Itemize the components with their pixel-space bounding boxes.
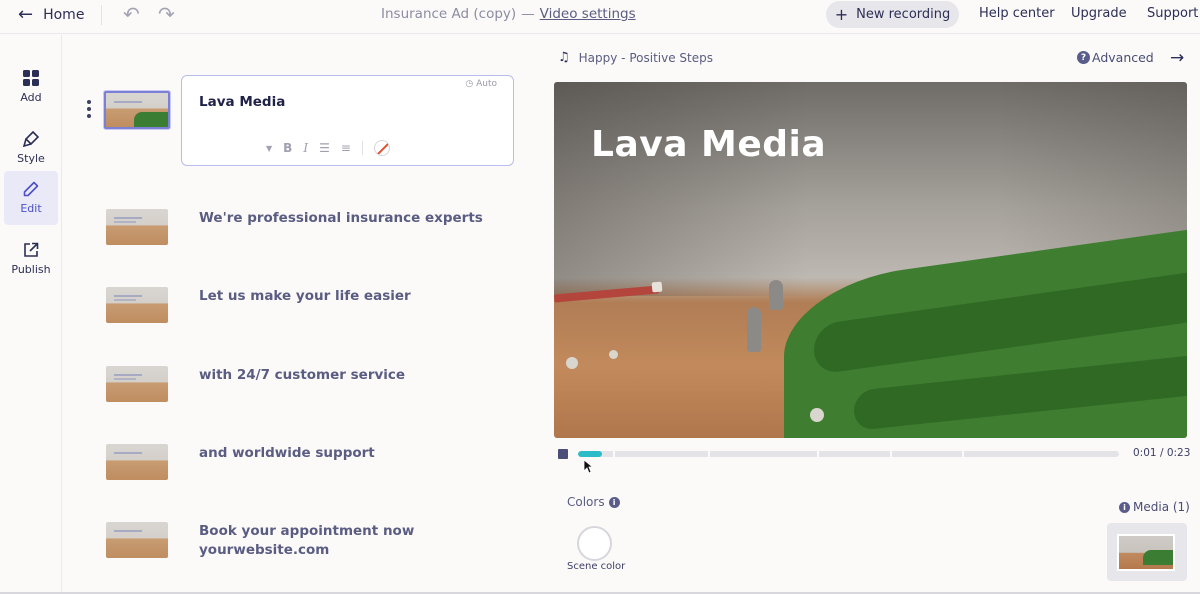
scene-text-5[interactable]: and worldwide support xyxy=(199,444,375,463)
scene-text-line: Book your appointment now xyxy=(199,523,415,539)
home-link[interactable]: ← Home xyxy=(18,5,84,25)
document-name[interactable]: Insurance Ad (copy) xyxy=(381,6,516,22)
sidebar-item-label: Edit xyxy=(20,202,42,215)
scene-text-3[interactable]: Let us make your life easier xyxy=(199,287,411,306)
scene-thumbnail-3[interactable] xyxy=(106,287,168,323)
new-recording-button[interactable]: + New recording xyxy=(826,1,959,28)
scene-text-2[interactable]: We're professional insurance experts xyxy=(199,209,483,228)
italic-icon[interactable]: I xyxy=(303,141,308,155)
plus-icon: + xyxy=(834,5,849,24)
music-note-icon: ♫ xyxy=(558,50,570,65)
scene-text-4[interactable]: with 24/7 customer service xyxy=(199,366,405,385)
media-thumbnail xyxy=(1117,534,1175,571)
sidebar-item-style[interactable]: Style xyxy=(4,121,58,175)
scene-text-6[interactable]: Book your appointment now yourwebsite.co… xyxy=(199,522,414,560)
arrow-right-icon[interactable]: → xyxy=(1170,48,1184,68)
bold-icon[interactable]: B xyxy=(283,141,292,155)
timeline-progress xyxy=(578,451,603,457)
colors-section-label: Colors i xyxy=(567,495,620,509)
scene-thumbnail-5[interactable] xyxy=(106,444,168,480)
scene-color-label: Scene color xyxy=(567,561,626,572)
divider xyxy=(101,5,102,25)
music-track[interactable]: ♫ Happy - Positive Steps xyxy=(558,50,713,65)
music-track-name: Happy - Positive Steps xyxy=(578,50,713,65)
sidebar-item-label: Publish xyxy=(11,263,51,276)
top-bar: ← Home ↶ ↷ Insurance Ad (copy) — Video set… xyxy=(0,0,1200,34)
scene-text-editor[interactable]: ◷ Auto Lava Media ▼ B I ☰ ≡ xyxy=(181,75,514,166)
pencil-icon xyxy=(23,181,39,197)
scene-thumbnail-1[interactable] xyxy=(104,91,170,129)
brush-icon xyxy=(23,131,39,147)
text-color-icon[interactable] xyxy=(373,140,390,156)
text-format-toolbar: ▼ B I ☰ ≡ xyxy=(266,140,390,156)
divider xyxy=(361,141,363,155)
media-section-label: i Media (1) xyxy=(1119,500,1190,514)
video-title-overlay: Lava Media xyxy=(591,124,827,165)
auto-timing-label[interactable]: ◷ Auto xyxy=(465,79,497,89)
timeline-scrubber[interactable] xyxy=(578,451,1119,457)
advanced-label: Advanced xyxy=(1092,50,1154,65)
left-sidebar: Add Style Edit Publish xyxy=(0,35,62,594)
sidebar-item-label: Style xyxy=(17,152,45,165)
scene-thumbnail-6[interactable] xyxy=(106,522,168,558)
scene-title-text[interactable]: Lava Media xyxy=(199,94,285,110)
total-time: 0:23 xyxy=(1166,447,1191,459)
chevron-down-icon[interactable]: ▼ xyxy=(266,144,272,153)
document-title: Insurance Ad (copy) — Video settings xyxy=(381,6,636,22)
mouse-cursor-icon xyxy=(583,459,593,474)
help-center-link[interactable]: Help center xyxy=(979,6,1055,21)
sidebar-item-edit[interactable]: Edit xyxy=(4,171,58,225)
info-icon[interactable]: i xyxy=(608,496,620,508)
scene-color-swatch[interactable] xyxy=(577,526,612,561)
scene-thumbnail-2[interactable] xyxy=(106,209,168,245)
game-piece xyxy=(747,307,761,352)
undo-icon[interactable]: ↶ xyxy=(123,4,140,24)
stop-icon[interactable] xyxy=(558,449,568,459)
share-icon xyxy=(24,242,39,257)
support-link[interactable]: Support xyxy=(1147,6,1198,21)
numbered-list-icon[interactable]: ≡ xyxy=(341,141,351,155)
new-recording-label: New recording xyxy=(856,7,951,22)
video-preview[interactable]: Lava Media xyxy=(554,82,1187,438)
sidebar-item-label: Add xyxy=(20,91,42,104)
media-item[interactable] xyxy=(1107,523,1187,581)
game-piece xyxy=(769,280,783,310)
help-icon: ? xyxy=(1077,51,1090,64)
scene-text-line: yourwebsite.com xyxy=(199,542,330,558)
home-label: Home xyxy=(43,7,85,23)
current-time: 0:01 xyxy=(1133,447,1157,459)
bullet-list-icon[interactable]: ☰ xyxy=(319,141,330,155)
sidebar-item-add[interactable]: Add xyxy=(4,60,58,114)
scene-thumbnail-4[interactable] xyxy=(106,366,168,402)
arrow-left-icon: ← xyxy=(18,4,34,25)
advanced-button[interactable]: ? Advanced xyxy=(1077,50,1154,65)
more-options-icon[interactable] xyxy=(86,100,92,118)
grid-icon xyxy=(23,70,39,86)
info-icon[interactable]: i xyxy=(1119,501,1130,513)
video-settings-link[interactable]: Video settings xyxy=(540,6,636,22)
redo-icon[interactable]: ↷ xyxy=(158,4,175,24)
playback-time: 0:01 / 0:23 xyxy=(1133,447,1191,459)
sidebar-item-publish[interactable]: Publish xyxy=(4,232,58,286)
upgrade-link[interactable]: Upgrade xyxy=(1071,6,1127,21)
title-separator: — xyxy=(521,6,535,22)
